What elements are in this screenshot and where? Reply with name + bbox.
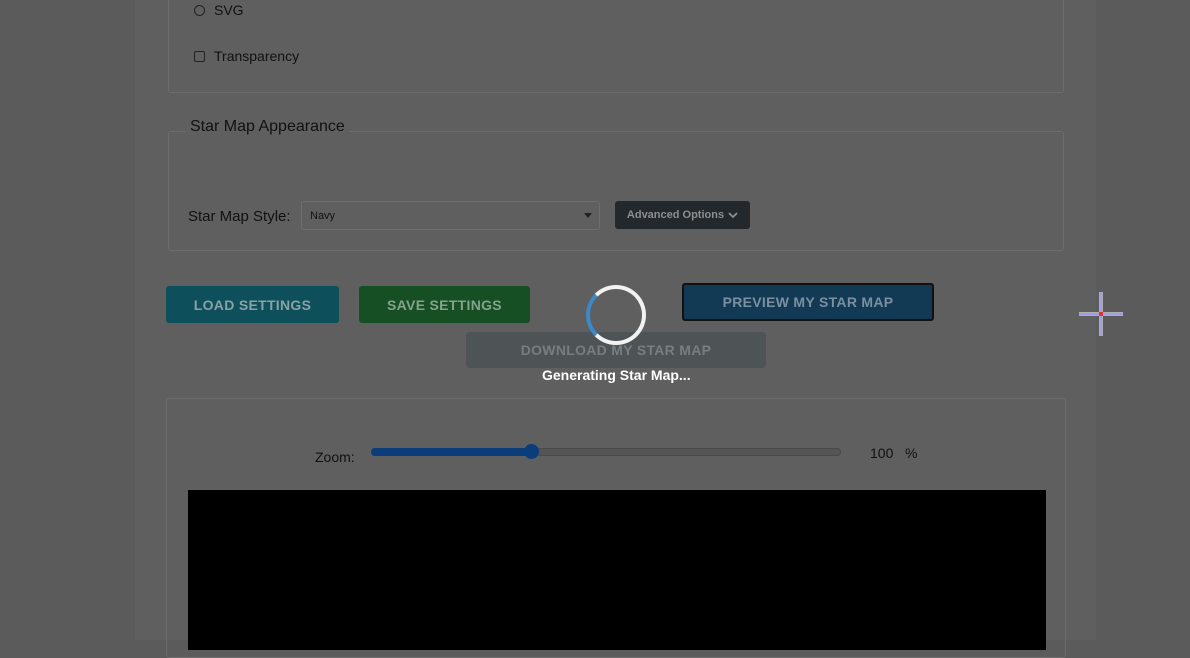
export-format-section <box>168 0 1064 93</box>
zoom-value: 100 <box>870 445 894 461</box>
style-select[interactable]: Navy <box>301 201 600 230</box>
zoom-slider-fill <box>371 448 531 456</box>
chevron-down-icon <box>728 212 738 219</box>
crosshair-cursor-icon <box>1079 292 1123 336</box>
caret-down-icon <box>584 213 592 218</box>
loading-spinner-icon <box>586 285 646 345</box>
appearance-legend: Star Map Appearance <box>186 118 349 136</box>
svg-label: SVG <box>214 2 244 18</box>
svg-radio[interactable] <box>194 4 205 16</box>
save-settings-button[interactable]: SAVE SETTINGS <box>359 286 530 323</box>
load-settings-button[interactable]: LOAD SETTINGS <box>166 286 339 323</box>
zoom-slider[interactable] <box>371 444 841 459</box>
style-select-value: Navy <box>310 209 336 222</box>
zoom-label: Zoom: <box>315 449 355 465</box>
transparency-option[interactable]: Transparency <box>194 48 299 64</box>
style-label: Star Map Style: <box>188 208 291 225</box>
transparency-checkbox[interactable] <box>194 50 205 62</box>
advanced-options-button[interactable]: Advanced Options <box>615 201 750 229</box>
svg-option[interactable]: SVG <box>194 2 244 18</box>
zoom-unit: % <box>905 445 918 461</box>
star-map-canvas[interactable] <box>188 490 1046 650</box>
preview-star-map-button[interactable]: PREVIEW MY STAR MAP <box>682 283 934 321</box>
loading-text: Generating Star Map... <box>542 367 691 383</box>
appearance-section <box>168 131 1064 251</box>
zoom-slider-thumb[interactable] <box>524 444 539 459</box>
advanced-options-label: Advanced Options <box>626 209 725 221</box>
transparency-label: Transparency <box>214 48 300 64</box>
